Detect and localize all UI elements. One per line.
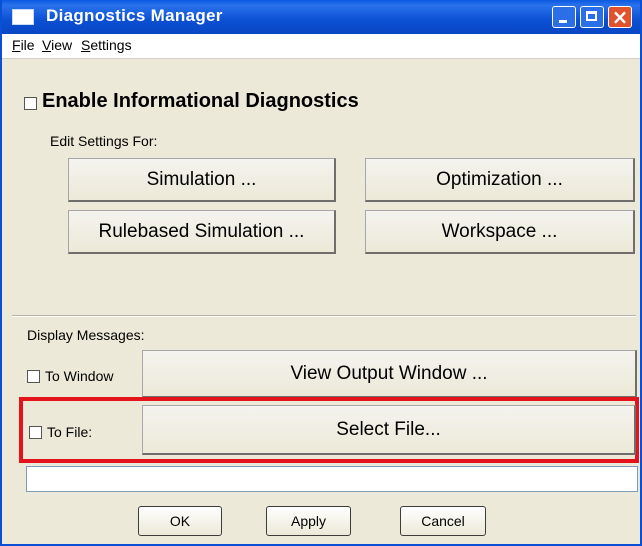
menu-view-rest: iew (51, 37, 73, 53)
display-messages-label: Display Messages: (27, 327, 145, 343)
select-file-button[interactable]: Select File... (142, 405, 636, 455)
to-window-checkbox[interactable] (27, 370, 40, 383)
diagnostics-manager-window: Diagnostics Manager × File View Settings… (0, 0, 642, 546)
section-divider (12, 315, 636, 317)
view-output-window-button[interactable]: View Output Window ... (142, 350, 637, 398)
minimize-icon (559, 20, 567, 23)
apply-button[interactable]: Apply (266, 506, 351, 536)
ok-button[interactable]: OK (138, 506, 222, 536)
to-window-label[interactable]: To Window (45, 368, 113, 384)
menu-settings[interactable]: Settings (81, 37, 132, 53)
edit-settings-label: Edit Settings For: (50, 133, 158, 149)
close-button[interactable]: × (608, 5, 632, 29)
menu-file-mnemonic: F (12, 37, 21, 53)
file-path-field[interactable] (26, 466, 638, 492)
close-icon: × (611, 5, 629, 29)
menu-settings-rest: ettings (90, 37, 132, 53)
menu-settings-mnemonic: S (81, 37, 91, 53)
enable-diagnostics-checkbox[interactable] (24, 97, 37, 110)
optimization-settings-button[interactable]: Optimization ... (365, 158, 635, 202)
menu-view-mnemonic: V (42, 37, 52, 53)
menu-file[interactable]: File (12, 37, 35, 53)
maximize-icon (586, 11, 597, 21)
app-window-icon (12, 9, 34, 25)
enable-diagnostics-label[interactable]: Enable Informational Diagnostics (42, 90, 359, 113)
minimize-button[interactable] (552, 6, 576, 28)
menu-file-rest: ile (20, 37, 35, 53)
cancel-button[interactable]: Cancel (400, 506, 486, 536)
title-bar[interactable]: Diagnostics Manager × (2, 0, 640, 34)
menu-bar: File View Settings (2, 34, 640, 59)
to-file-label[interactable]: To File: (47, 424, 92, 440)
maximize-button[interactable] (580, 6, 604, 28)
simulation-settings-button[interactable]: Simulation ... (68, 158, 336, 202)
menu-view[interactable]: View (42, 37, 72, 53)
to-file-checkbox[interactable] (29, 426, 42, 439)
window-title: Diagnostics Manager (46, 6, 223, 25)
rulebased-simulation-settings-button[interactable]: Rulebased Simulation ... (68, 210, 336, 254)
workspace-settings-button[interactable]: Workspace ... (365, 210, 635, 254)
